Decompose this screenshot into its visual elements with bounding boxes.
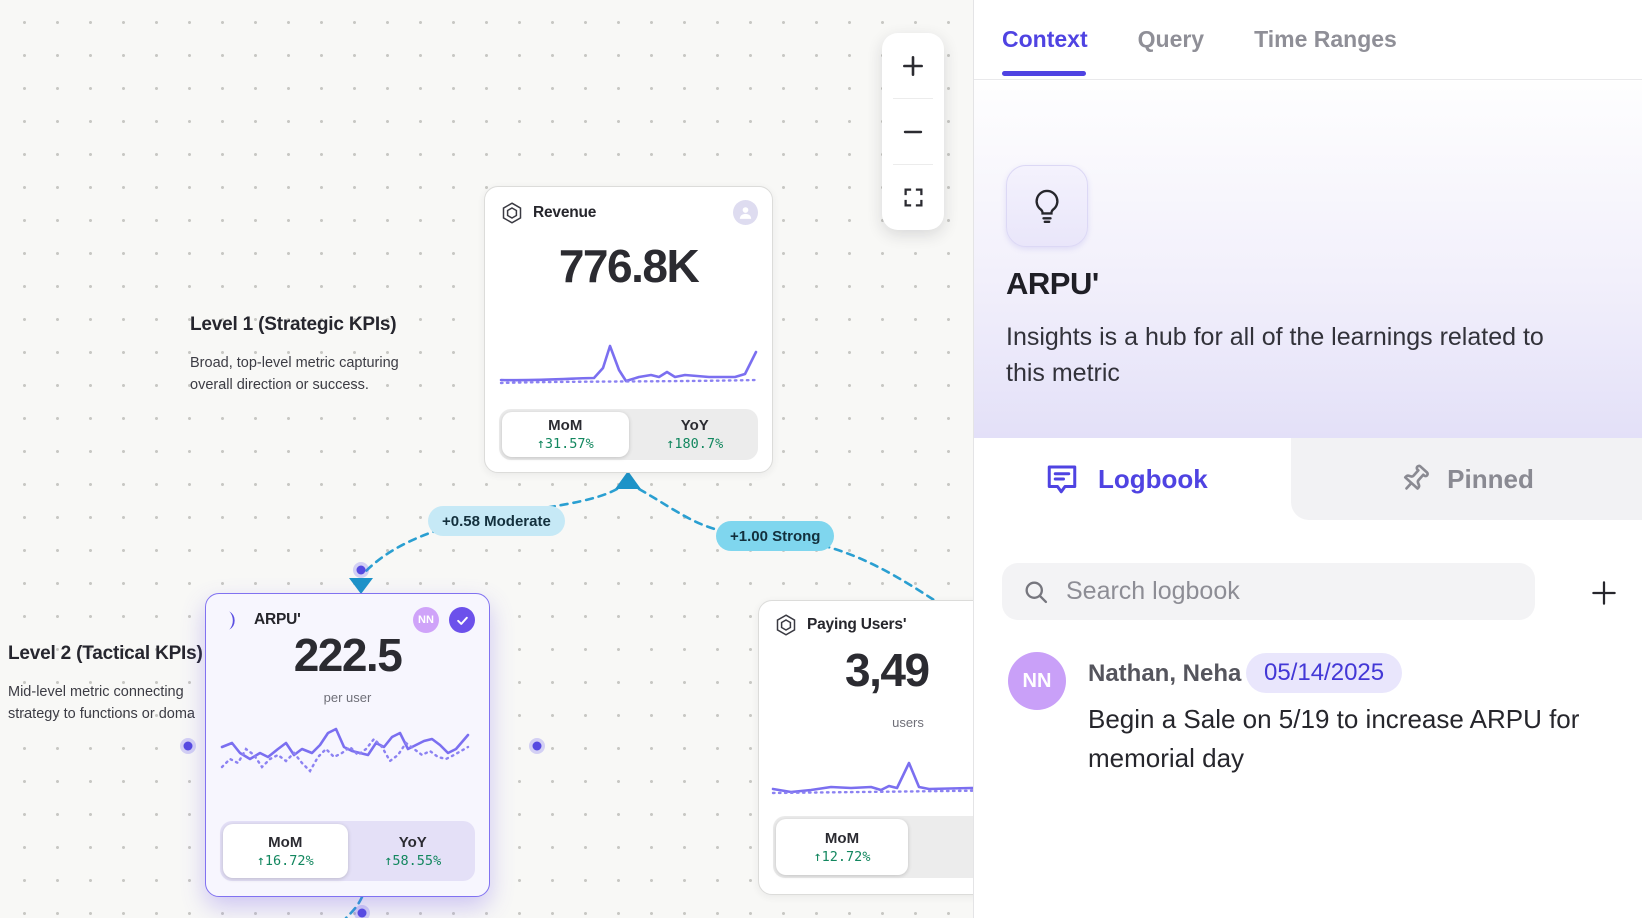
hexagon-metric-icon [501, 202, 523, 224]
mom-toggle[interactable]: MoM ↑31.57% [502, 412, 629, 457]
metric-card-revenue[interactable]: Revenue 776.8K MoM ↑31.57% YoY ↑180.7% [484, 186, 773, 473]
fullscreen-icon [903, 187, 924, 208]
yoy-toggle[interactable]: YoY ↑58.55% [351, 821, 476, 881]
period-toggle: MoM ↑31.57% YoY ↑180.7% [499, 409, 758, 460]
tab-time-ranges[interactable]: Time Ranges [1254, 26, 1397, 53]
metric-unit: users [759, 715, 973, 730]
metric-card-arpu[interactable]: ARPU' NN 222.5 per user MoM ↑16.72% YoY … [205, 593, 490, 897]
yoy-toggle[interactable]: YoY ↑180.7% [632, 409, 759, 460]
tab-pinned[interactable]: Pinned [1291, 438, 1642, 520]
sparkline-chart [771, 753, 973, 807]
metric-value: 222.5 [206, 628, 489, 682]
arrowhead-down-icon [349, 578, 373, 594]
tab-logbook[interactable]: Logbook [1044, 438, 1208, 520]
context-side-panel: Context Query Time Ranges ARPU' Insights… [973, 0, 1642, 918]
mom-toggle[interactable]: MoM ↑12.72% [776, 819, 908, 875]
owner-avatar-icon[interactable] [733, 200, 758, 225]
hexagon-metric-icon [775, 614, 797, 636]
logbook-chat-icon [1044, 461, 1080, 497]
entry-author: Nathan, Neha [1088, 660, 1241, 688]
metric-unit: per user [206, 690, 489, 705]
canvas-zoom-controls [882, 33, 944, 230]
mom-toggle[interactable]: MoM ↑16.72% [223, 824, 348, 878]
metric-value: 3,49 [845, 643, 929, 697]
logbook-tab-bar: Logbook Pinned [974, 438, 1642, 520]
logbook-search[interactable] [1002, 563, 1535, 620]
zoom-out-button[interactable] [882, 99, 944, 164]
arrowhead-up-icon [615, 471, 641, 489]
fit-view-button[interactable] [882, 165, 944, 230]
add-entry-button[interactable] [1586, 575, 1622, 611]
entry-avatar: NN [1008, 652, 1066, 710]
tab-context[interactable]: Context [1002, 26, 1088, 53]
zoom-in-button[interactable] [882, 33, 944, 98]
lightbulb-icon [1028, 187, 1066, 225]
card-title: Paying Users' [807, 616, 906, 634]
entry-message: Begin a Sale on 5/19 to increase ARPU fo… [1088, 700, 1608, 778]
period-toggle: MoM ↑12.72% [773, 816, 973, 878]
metric-tree-canvas[interactable]: Level 1 (Strategic KPIs) Broad, top-leve… [0, 0, 973, 918]
metric-card-paying-users[interactable]: Paying Users' 3,49 users MoM ↑12.72% [758, 600, 973, 895]
metric-value: 776.8K [485, 239, 772, 293]
metric-description: Insights is a hub for all of the learnin… [1006, 319, 1544, 391]
active-tab-underline [1002, 71, 1086, 76]
edge-label-strong[interactable]: +1.00 Strong [716, 521, 834, 551]
panel-tab-bar: Context Query Time Ranges [974, 0, 1642, 80]
period-toggle: MoM ↑16.72% YoY ↑58.55% [220, 821, 475, 881]
sparkline-chart [499, 337, 760, 391]
insight-icon-tile [1006, 165, 1088, 247]
search-input[interactable] [1066, 577, 1515, 606]
sparkline-chart [220, 715, 477, 793]
search-icon [1022, 578, 1050, 606]
yoy-toggle[interactable] [911, 816, 973, 878]
metric-context-hero: ARPU' Insights is a hub for all of the l… [974, 81, 1642, 438]
card-title: Revenue [533, 204, 596, 222]
plus-icon [1589, 578, 1619, 608]
minus-icon [901, 120, 925, 144]
metric-title: ARPU' [1006, 266, 1099, 302]
pin-icon [1399, 463, 1431, 495]
tab-query[interactable]: Query [1138, 26, 1204, 53]
card-title: ARPU' [254, 611, 301, 629]
edge-label-moderate[interactable]: +0.58 Moderate [428, 506, 565, 536]
plus-icon [900, 53, 926, 79]
entry-date-badge: 05/14/2025 [1246, 653, 1402, 693]
